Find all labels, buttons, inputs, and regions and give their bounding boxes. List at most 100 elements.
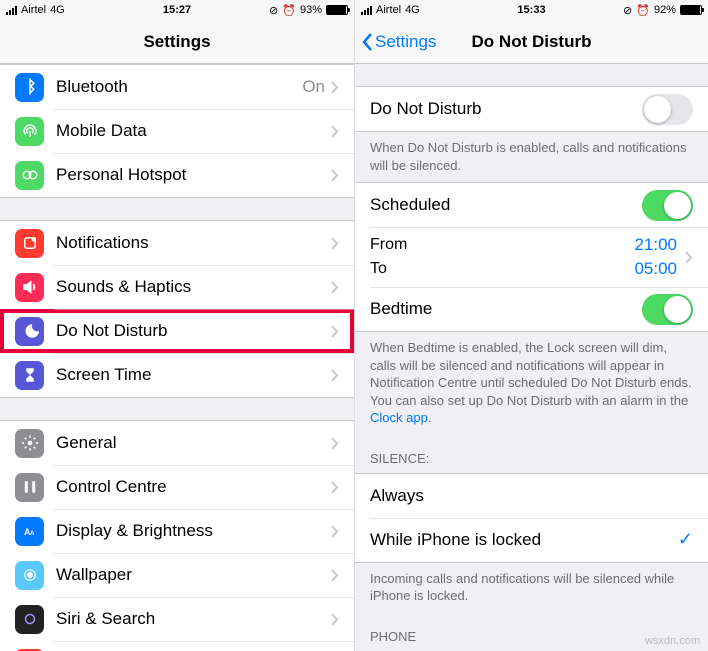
row-notifications[interactable]: Notifications [0, 221, 354, 265]
watermark: wsxdn.com [645, 635, 700, 647]
row-label: Do Not Disturb [370, 99, 642, 119]
row-mobile-data[interactable]: Mobile Data [0, 109, 354, 153]
section-footer: When Bedtime is enabled, the Lock screen… [355, 332, 708, 435]
row-schedule-times[interactable]: From 21:00 To 05:00 [355, 227, 708, 287]
chevron-right-icon [685, 251, 693, 264]
to-value: 05:00 [634, 259, 677, 279]
row-control-centre[interactable]: Control Centre [0, 465, 354, 509]
checkmark-icon: ✓ [678, 529, 693, 550]
wallpaper-icon [15, 561, 44, 590]
row-scheduled[interactable]: Scheduled [355, 183, 708, 227]
battery-pct: 92% [654, 4, 676, 16]
svg-text:A: A [30, 531, 35, 537]
network-label: 4G [50, 4, 65, 16]
section-footer: Incoming calls and notifications will be… [355, 563, 708, 613]
signal-icon [6, 6, 17, 15]
time-label: 15:27 [163, 4, 191, 16]
battery-icon [326, 5, 348, 15]
chevron-right-icon [331, 81, 339, 94]
navbar: Settings [0, 20, 354, 64]
moon-icon [15, 317, 44, 346]
alarm-icon: ⏰ [636, 4, 650, 17]
bluetooth-icon [15, 73, 44, 102]
row-value: On [302, 77, 325, 97]
toggle-switch[interactable] [642, 294, 693, 325]
notifications-icon [15, 229, 44, 258]
page-title: Do Not Disturb [472, 32, 592, 52]
back-label: Settings [375, 32, 436, 52]
toggle-switch[interactable] [642, 94, 693, 125]
row-label: General [56, 433, 331, 453]
row-label: Do Not Disturb [56, 321, 331, 341]
carrier-label: Airtel [21, 4, 46, 16]
row-touchid[interactable]: Touch ID & Passcode [0, 641, 354, 651]
row-label: Bedtime [370, 299, 642, 319]
from-label: From [370, 236, 407, 254]
row-label: Personal Hotspot [56, 165, 331, 185]
row-label: Scheduled [370, 195, 642, 215]
status-bar: Airtel 4G 15:27 ⊘ ⏰ 93% [0, 0, 354, 20]
chevron-right-icon [331, 525, 339, 538]
section-header: SILENCE: [355, 435, 708, 473]
navbar: Settings Do Not Disturb [355, 20, 708, 64]
battery-pct: 93% [300, 4, 322, 16]
alarm-icon: ⊘ [269, 4, 278, 17]
row-label: Bluetooth [56, 77, 302, 97]
row-label: Control Centre [56, 477, 331, 497]
dnd-screen: Airtel 4G 15:33 ⊘ ⏰ 92% Settings Do Not … [354, 0, 708, 651]
row-do-not-disturb[interactable]: Do Not Disturb [0, 309, 354, 353]
row-bedtime[interactable]: Bedtime [355, 287, 708, 331]
signal-icon [361, 6, 372, 15]
to-label: To [370, 260, 387, 278]
dnd-content[interactable]: Do Not Disturb When Do Not Disturb is en… [355, 64, 708, 651]
clock-app-link[interactable]: Clock app [370, 410, 428, 425]
speaker-icon [15, 273, 44, 302]
from-value: 21:00 [634, 235, 677, 255]
row-label: Siri & Search [56, 609, 331, 629]
row-general[interactable]: General [0, 421, 354, 465]
row-label: Sounds & Haptics [56, 277, 331, 297]
row-siri[interactable]: Siri & Search [0, 597, 354, 641]
row-sounds[interactable]: Sounds & Haptics [0, 265, 354, 309]
carrier-label: Airtel [376, 4, 401, 16]
chevron-right-icon [331, 325, 339, 338]
chevron-right-icon [331, 437, 339, 450]
hourglass-icon [15, 361, 44, 390]
section-footer: When Do Not Disturb is enabled, calls an… [355, 132, 708, 182]
row-wallpaper[interactable]: Wallpaper [0, 553, 354, 597]
row-screen-time[interactable]: Screen Time [0, 353, 354, 397]
chevron-right-icon [331, 125, 339, 138]
row-silence-always[interactable]: Always [355, 474, 708, 518]
chevron-right-icon [331, 369, 339, 382]
row-display[interactable]: AA Display & Brightness [0, 509, 354, 553]
row-dnd-toggle[interactable]: Do Not Disturb [355, 87, 708, 131]
sliders-icon [15, 473, 44, 502]
chevron-right-icon [331, 613, 339, 626]
network-label: 4G [405, 4, 420, 16]
settings-list[interactable]: Bluetooth On Mobile Data Personal Hotspo… [0, 64, 354, 651]
row-label: Notifications [56, 233, 331, 253]
alarm-icon: ⊘ [623, 4, 632, 17]
row-label: While iPhone is locked [370, 530, 678, 550]
page-title: Settings [143, 32, 210, 52]
row-bluetooth[interactable]: Bluetooth On [0, 65, 354, 109]
row-label: Wallpaper [56, 565, 331, 585]
chevron-right-icon [331, 481, 339, 494]
alarm-icon: ⏰ [282, 4, 296, 17]
row-label: Display & Brightness [56, 521, 331, 541]
chevron-left-icon [361, 32, 373, 52]
back-button[interactable]: Settings [361, 32, 436, 52]
row-label: Screen Time [56, 365, 331, 385]
chevron-right-icon [331, 237, 339, 250]
toggle-switch[interactable] [642, 190, 693, 221]
siri-icon [15, 605, 44, 634]
row-hotspot[interactable]: Personal Hotspot [0, 153, 354, 197]
row-silence-locked[interactable]: While iPhone is locked ✓ [355, 518, 708, 562]
text-size-icon: AA [15, 517, 44, 546]
row-label: Always [370, 486, 693, 506]
status-bar: Airtel 4G 15:33 ⊘ ⏰ 92% [355, 0, 708, 20]
chevron-right-icon [331, 281, 339, 294]
hotspot-icon [15, 161, 44, 190]
gear-icon [15, 429, 44, 458]
chevron-right-icon [331, 569, 339, 582]
